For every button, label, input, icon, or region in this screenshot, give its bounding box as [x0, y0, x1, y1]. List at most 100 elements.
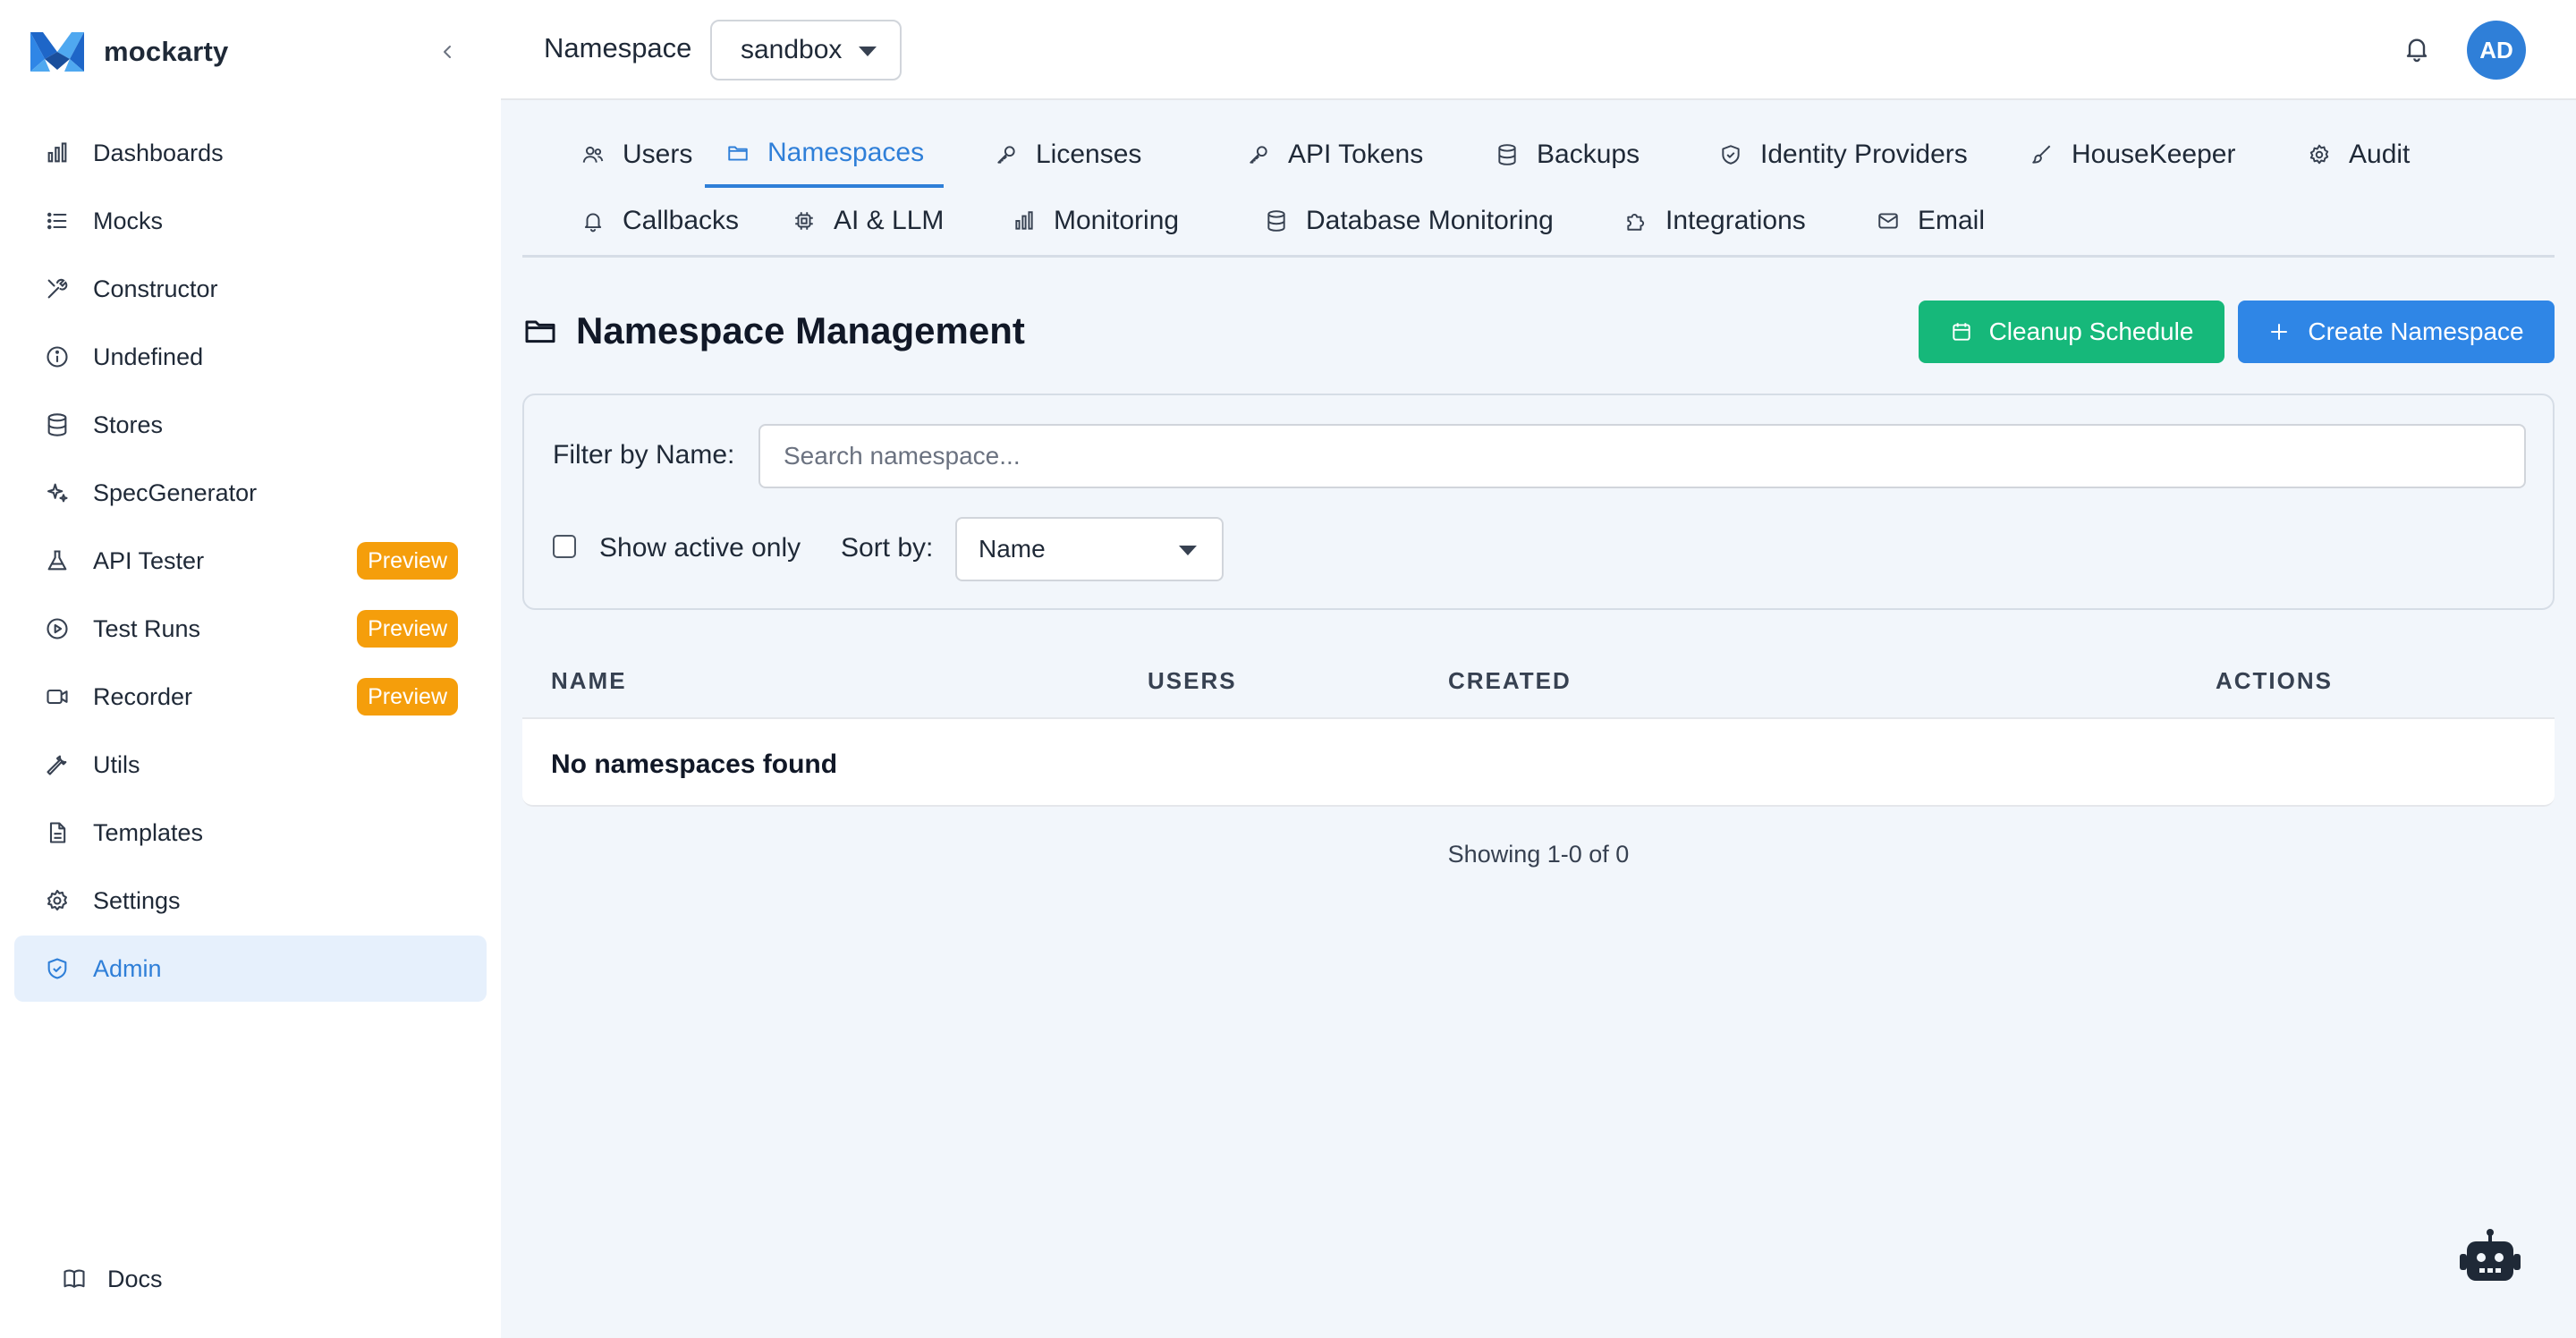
tab-monitoring[interactable]: Monitoring — [991, 188, 1199, 254]
namespaces-table: NAME USERS CREATED ACTIONS No namespaces… — [522, 644, 2555, 807]
sidebar-item-test-runs[interactable]: Test Runs Preview — [14, 596, 487, 662]
calendar-icon — [1950, 319, 1975, 344]
show-active-checkbox[interactable] — [553, 535, 576, 558]
plus-icon — [2268, 319, 2293, 344]
database-icon — [1263, 207, 1290, 234]
page-header: Namespace Management Cleanup Schedule Cr… — [522, 301, 2555, 365]
wrench-icon — [41, 749, 73, 781]
preview-badge: Preview — [357, 542, 458, 580]
sort-by-label: Sort by: — [841, 533, 934, 563]
sidebar-item-api-tester[interactable]: API Tester Preview — [14, 528, 487, 594]
tab-label: Monitoring — [1054, 206, 1180, 235]
tab-label: Licenses — [1036, 140, 1142, 169]
tab-identity-providers[interactable]: Identity Providers — [1698, 122, 1987, 188]
page-title: Namespace Management — [522, 309, 1025, 352]
chevron-left-icon — [438, 43, 456, 61]
sidebar-item-label: Test Runs — [93, 614, 201, 642]
sidebar-item-label: Undefined — [93, 343, 204, 370]
sidebar-item-specgenerator[interactable]: SpecGenerator — [14, 460, 487, 526]
sidebar-item-templates[interactable]: Templates — [14, 800, 487, 866]
column-header-created[interactable]: CREATED — [1448, 667, 1572, 695]
search-input[interactable] — [758, 424, 2526, 488]
docs-link[interactable]: Docs — [59, 1261, 163, 1297]
sidebar-nav: Dashboards Mocks Constructor Undefined S… — [14, 120, 487, 1004]
filter-by-name-label: Filter by Name: — [553, 440, 735, 470]
create-namespace-label: Create Namespace — [2308, 318, 2524, 345]
bell-icon — [2402, 34, 2431, 63]
namespace-select[interactable]: sandbox — [710, 20, 902, 80]
sidebar-item-admin[interactable]: Admin — [14, 936, 487, 1002]
show-active-label[interactable]: Show active only — [599, 533, 801, 563]
tab-label: Integrations — [1665, 206, 1806, 235]
shield-icon — [41, 953, 73, 985]
sidebar-item-label: API Tester — [93, 546, 205, 574]
namespace-label: Namespace — [544, 32, 692, 64]
sidebar-item-label: Admin — [93, 954, 162, 982]
gear-icon — [41, 885, 73, 917]
tab-audit[interactable]: Audit — [2286, 122, 2429, 188]
notifications-button[interactable] — [2399, 30, 2435, 66]
tab-label: Backups — [1537, 140, 1640, 169]
table-header: NAME USERS CREATED ACTIONS — [522, 644, 2555, 719]
tab-api-tokens[interactable]: API Tokens — [1225, 122, 1443, 188]
tab-users[interactable]: Users — [560, 122, 712, 188]
tab-database-monitoring[interactable]: Database Monitoring — [1243, 188, 1573, 254]
sidebar-item-label: SpecGenerator — [93, 478, 258, 506]
sidebar-item-stores[interactable]: Stores — [14, 392, 487, 458]
sidebar-item-dashboards[interactable]: Dashboards — [14, 120, 487, 186]
tab-housekeeper[interactable]: HouseKeeper — [2009, 122, 2255, 188]
mockarty-logo-icon — [30, 29, 84, 75]
sidebar-item-label: Mocks — [93, 207, 164, 234]
sidebar-item-label: Utils — [93, 750, 140, 778]
tab-label: API Tokens — [1288, 140, 1424, 169]
namespace-value: sandbox — [741, 35, 843, 64]
cleanup-schedule-button[interactable]: Cleanup Schedule — [1919, 301, 2224, 363]
key-icon — [1245, 141, 1272, 168]
sparkles-icon — [41, 477, 73, 509]
sidebar-item-mocks[interactable]: Mocks — [14, 188, 487, 254]
sidebar-item-recorder[interactable]: Recorder Preview — [14, 664, 487, 730]
column-header-name[interactable]: NAME — [551, 667, 627, 695]
column-header-users[interactable]: USERS — [1148, 667, 1237, 695]
sidebar-item-settings[interactable]: Settings — [14, 868, 487, 934]
tab-label: HouseKeeper — [2072, 140, 2236, 169]
page-title-text: Namespace Management — [576, 309, 1025, 351]
cleanup-schedule-label: Cleanup Schedule — [1988, 318, 2194, 345]
sidebar-item-undefined[interactable]: Undefined — [14, 324, 487, 390]
database-icon — [41, 409, 73, 441]
create-namespace-button[interactable]: Create Namespace — [2238, 301, 2555, 363]
list-icon — [41, 205, 73, 237]
gear-icon — [2306, 141, 2333, 168]
tab-backups[interactable]: Backups — [1474, 122, 1659, 188]
tab-namespaces[interactable]: Namespaces — [705, 122, 945, 188]
bar-chart-icon — [41, 137, 73, 169]
tab-callbacks[interactable]: Callbacks — [560, 188, 758, 254]
assistant-bot-button[interactable] — [2458, 1227, 2522, 1288]
database-icon — [1494, 141, 1521, 168]
tab-ai-llm[interactable]: AI & LLM — [771, 188, 963, 254]
sort-select[interactable]: Name — [955, 517, 1224, 581]
tab-integrations[interactable]: Integrations — [1603, 188, 1826, 254]
key-icon — [993, 141, 1020, 168]
video-icon — [41, 681, 73, 713]
puzzle-icon — [1623, 207, 1649, 234]
tab-licenses[interactable]: Licenses — [973, 122, 1161, 188]
avatar[interactable]: AD — [2467, 21, 2526, 80]
collapse-sidebar-button[interactable] — [431, 36, 463, 68]
column-header-actions: ACTIONS — [2216, 667, 2333, 694]
sidebar-item-label: Stores — [93, 411, 164, 438]
tab-label: AI & LLM — [834, 206, 945, 235]
caret-down-icon — [859, 47, 877, 56]
brush-icon — [2029, 141, 2055, 168]
sidebar-item-label: Constructor — [93, 275, 218, 302]
filter-card: Filter by Name: Show active only Sort by… — [522, 394, 2555, 610]
brand[interactable]: mockarty — [30, 27, 228, 77]
tab-label: Identity Providers — [1760, 140, 1968, 169]
play-circle-icon — [41, 613, 73, 645]
sidebar-item-constructor[interactable]: Constructor — [14, 256, 487, 322]
sidebar-item-utils[interactable]: Utils — [14, 732, 487, 798]
tab-email[interactable]: Email — [1855, 188, 2004, 254]
tab-label: Database Monitoring — [1306, 206, 1554, 235]
book-icon — [59, 1264, 89, 1294]
sidebar-item-label: Dashboards — [93, 139, 224, 166]
